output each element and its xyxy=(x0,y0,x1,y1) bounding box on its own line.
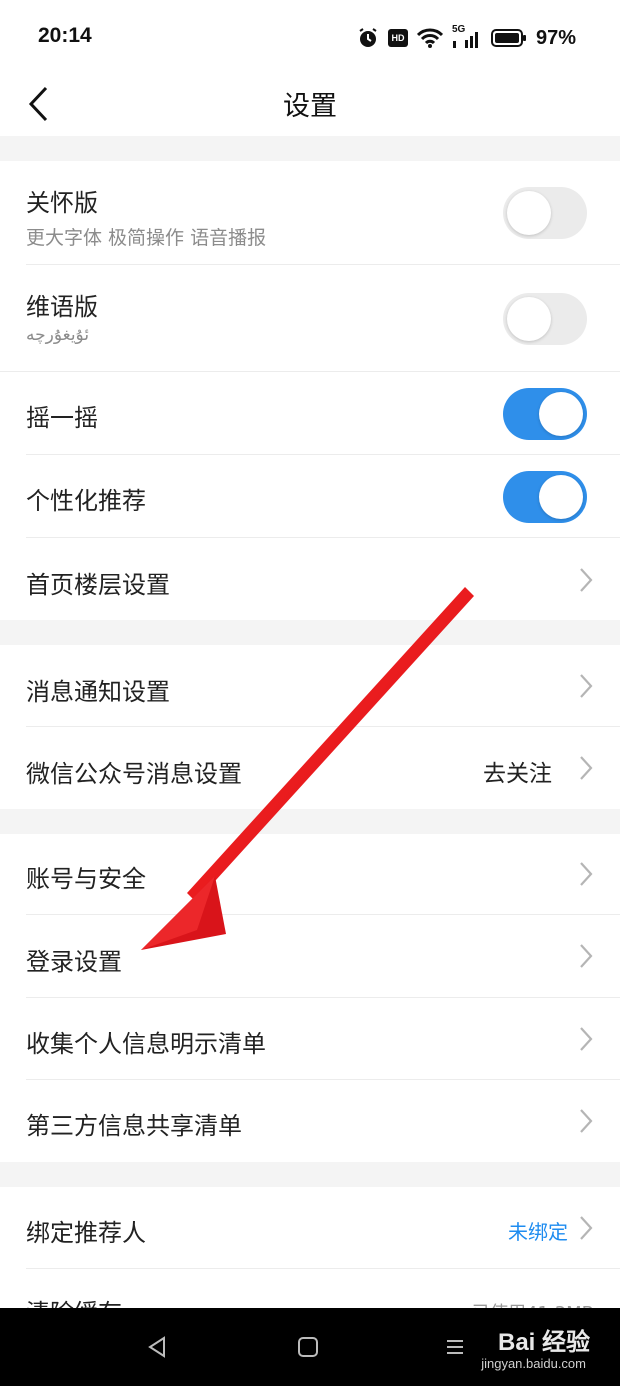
status-bar: 20:14 HD 5G 97% xyxy=(0,0,620,72)
baidu-jingyan-watermark: Bai 经验 jingyan.baidu.com xyxy=(440,1322,590,1378)
chevron-right-icon xyxy=(580,1109,593,1133)
network-type: 5G xyxy=(451,24,466,35)
personal-info-list-row[interactable]: 收集个人信息明示清单 xyxy=(0,998,620,1080)
care-mode-sublabel: 更大字体 极简操作 语音播报 xyxy=(26,227,267,249)
follow-link[interactable]: 去关注 xyxy=(483,754,552,788)
signal-icon: 5G xyxy=(451,24,482,49)
square-home-icon xyxy=(298,1337,318,1357)
account-security-row[interactable]: 账号与安全 xyxy=(0,834,620,915)
shake-toggle[interactable] xyxy=(503,388,587,440)
referrer-status: 未绑定 xyxy=(508,1220,568,1244)
uyghur-version-row: 维语版 ئۇيغۇرچە xyxy=(0,265,620,372)
personal-info-list-label: 收集个人信息明示清单 xyxy=(26,1030,266,1058)
wechat-official-settings-row[interactable]: 微信公众号消息设置 去关注 xyxy=(0,727,620,809)
chevron-right-icon xyxy=(580,756,593,780)
login-settings-label: 登录设置 xyxy=(26,948,122,976)
alarm-icon xyxy=(357,27,379,49)
chevron-right-icon xyxy=(580,862,593,886)
battery-percent: 97% xyxy=(535,26,576,49)
personalized-recommend-toggle[interactable] xyxy=(503,471,587,523)
chevron-right-icon xyxy=(580,674,593,698)
nav-bar: 设置 xyxy=(0,72,620,136)
bind-referrer-label: 绑定推荐人 xyxy=(26,1219,146,1247)
message-notify-settings-row[interactable]: 消息通知设置 xyxy=(0,645,620,727)
status-time: 20:14 xyxy=(38,24,92,47)
battery-icon xyxy=(490,28,527,48)
wechat-official-settings-label: 微信公众号消息设置 xyxy=(26,760,242,788)
uyghur-version-toggle[interactable] xyxy=(503,293,587,345)
section-separator xyxy=(0,809,620,834)
system-home-button[interactable] xyxy=(291,1330,325,1364)
watermark-url: jingyan.baidu.com xyxy=(481,1356,586,1371)
home-floor-settings-label: 首页楼层设置 xyxy=(26,571,170,599)
section-separator xyxy=(0,136,620,161)
account-security-label: 账号与安全 xyxy=(26,865,146,893)
personalized-recommend-label: 个性化推荐 xyxy=(26,487,146,515)
page-title: 设置 xyxy=(283,91,337,122)
home-floor-settings-row[interactable]: 首页楼层设置 xyxy=(0,538,620,620)
section-separator xyxy=(0,620,620,645)
chevron-right-icon xyxy=(580,1027,593,1051)
care-mode-row: 关怀版 更大字体 极简操作 语音播报 xyxy=(0,161,620,265)
chevron-right-icon xyxy=(580,944,593,968)
wifi-icon xyxy=(416,28,443,48)
watermark-brand: Bai 经验 xyxy=(497,1329,590,1356)
toggle-knob xyxy=(507,191,551,235)
system-nav-bar: Bai 经验 jingyan.baidu.com xyxy=(0,1308,620,1386)
toggle-knob xyxy=(507,297,551,341)
uyghur-version-label: 维语版 xyxy=(26,293,98,321)
uyghur-version-sublabel: ئۇيغۇرچە xyxy=(26,325,90,345)
care-mode-label: 关怀版 xyxy=(26,189,98,217)
shake-row: 摇一摇 xyxy=(0,372,620,455)
toggle-knob xyxy=(539,392,583,436)
chevron-right-icon xyxy=(580,568,593,592)
personalized-recommend-row: 个性化推荐 xyxy=(0,455,620,538)
third-party-sharing-row[interactable]: 第三方信息共享清单 xyxy=(0,1080,620,1162)
system-back-button[interactable] xyxy=(140,1330,174,1364)
section-separator xyxy=(0,1162,620,1187)
chevron-right-icon xyxy=(580,1216,593,1240)
status-icons: HD 5G 97% xyxy=(357,22,576,54)
triangle-back-icon xyxy=(148,1336,165,1358)
third-party-sharing-label: 第三方信息共享清单 xyxy=(26,1112,242,1140)
care-mode-toggle[interactable] xyxy=(503,187,587,239)
toggle-knob xyxy=(539,475,583,519)
hd-badge: HD xyxy=(387,29,408,47)
login-settings-row[interactable]: 登录设置 xyxy=(0,915,620,998)
shake-label: 摇一摇 xyxy=(26,404,98,432)
message-notify-settings-label: 消息通知设置 xyxy=(26,678,170,706)
bind-referrer-row[interactable]: 绑定推荐人 未绑定 xyxy=(0,1187,620,1269)
